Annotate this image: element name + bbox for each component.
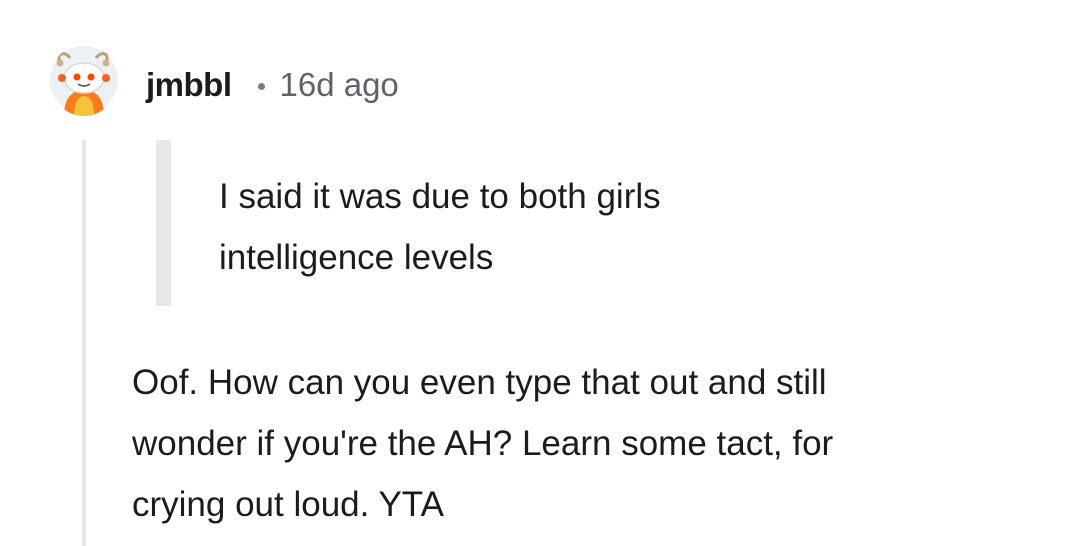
separator-dot <box>257 82 265 90</box>
body-line: crying out loud. YTA <box>132 485 444 524</box>
thread-line[interactable] <box>82 140 86 546</box>
comment: jmbbl 16d ago I said it was due to both … <box>0 0 1080 546</box>
user-avatar[interactable] <box>50 44 118 116</box>
blockquote: I said it was due to both girls intellig… <box>219 166 839 288</box>
body-line: wonder if you're the AH? Learn some tact… <box>132 424 834 463</box>
snoo-avatar-icon <box>50 46 118 116</box>
timestamp: 16d ago <box>279 66 399 103</box>
body-line: Oof. How can you even type that out and … <box>132 363 827 402</box>
username[interactable]: jmbbl <box>146 66 232 104</box>
quote-bar <box>156 140 171 306</box>
quote-line: I said it was due to both girls <box>219 177 661 216</box>
comment-header: jmbbl 16d ago <box>146 60 399 110</box>
comment-body: Oof. How can you even type that out and … <box>132 352 1032 535</box>
quote-line: intelligence levels <box>219 238 494 277</box>
